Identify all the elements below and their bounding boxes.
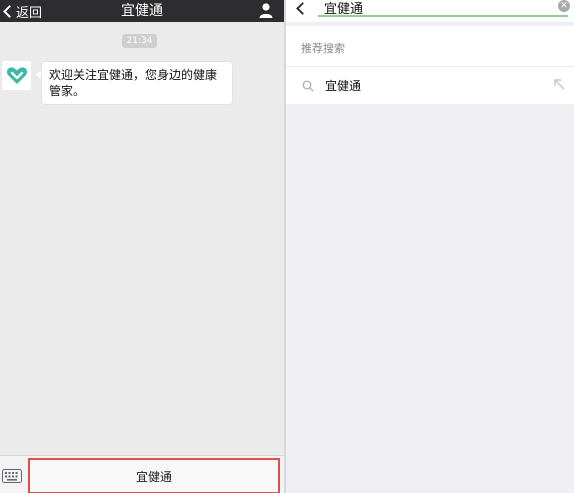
search-bar: ✕ xyxy=(286,0,574,22)
suggestions-header: 推荐搜索 xyxy=(301,42,345,55)
suggestions-panel: 推荐搜索 宜健通 xyxy=(286,26,574,104)
heart-logo-icon xyxy=(6,66,27,84)
menu-button[interactable]: 宜健通 xyxy=(28,458,280,493)
person-icon[interactable] xyxy=(258,2,274,18)
keyboard-icon[interactable] xyxy=(2,466,22,484)
chat-panel: 返回 宜健通 21:34 欢迎关注宜健通，您身边的健康管家。 宜健通 xyxy=(0,0,284,493)
message-text: 欢迎关注宜健通，您身边的健康管家。 xyxy=(49,68,218,98)
chat-title: 宜健通 xyxy=(121,3,163,19)
fill-arrow-icon[interactable] xyxy=(554,79,566,91)
menu-button-label: 宜健通 xyxy=(135,469,172,484)
chat-header: 返回 宜健通 xyxy=(0,0,284,22)
chevron-left-icon[interactable] xyxy=(296,2,309,15)
bottom-menu-bar: 宜健通 xyxy=(0,455,284,493)
clear-icon[interactable]: ✕ xyxy=(558,0,570,12)
avatar[interactable] xyxy=(2,61,31,90)
search-input[interactable] xyxy=(318,0,568,17)
message-timestamp: 21:34 xyxy=(122,34,157,48)
search-panel: ✕ 推荐搜索 宜健通 xyxy=(286,0,574,493)
suggestion-item[interactable]: 宜健通 xyxy=(286,67,574,104)
message-bubble: 欢迎关注宜健通，您身边的健康管家。 xyxy=(41,61,233,105)
suggestion-label: 宜健通 xyxy=(325,79,362,93)
search-icon xyxy=(302,80,314,92)
